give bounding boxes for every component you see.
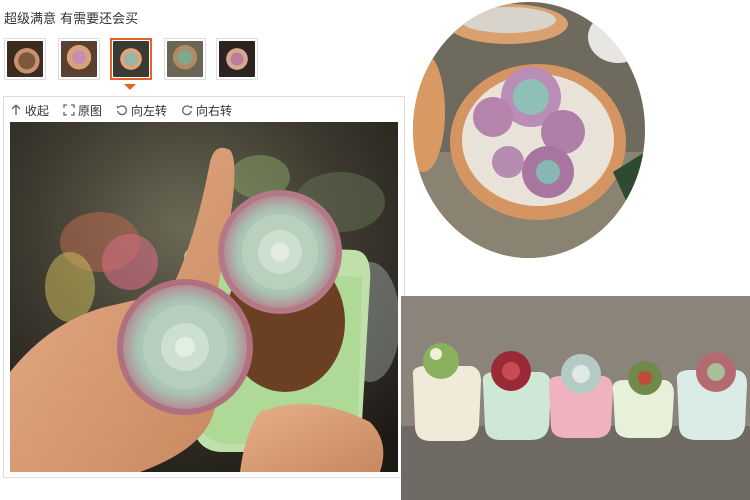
active-thumbnail-caret bbox=[124, 84, 136, 90]
image-viewer: 收起 原图 向左转 向右转 bbox=[3, 96, 405, 478]
thumbnail-image bbox=[219, 41, 255, 77]
five-pots-image bbox=[401, 296, 750, 500]
rosette-lower bbox=[117, 279, 253, 415]
thumbnail-strip bbox=[4, 38, 264, 82]
rosette-upper bbox=[218, 190, 342, 314]
thumbnail-image bbox=[113, 41, 149, 77]
main-photo bbox=[10, 122, 398, 472]
thumbnail-3[interactable] bbox=[110, 38, 152, 80]
original-image-label: 原图 bbox=[78, 103, 103, 118]
rotate-left-label: 向左转 bbox=[131, 103, 168, 118]
rotate-right-label: 向右转 bbox=[196, 103, 233, 118]
thumbnail-image bbox=[167, 41, 203, 77]
expand-icon bbox=[63, 104, 75, 116]
collapse-button[interactable]: 收起 bbox=[10, 102, 49, 119]
rotate-left-icon bbox=[116, 105, 127, 116]
review-text: 超级满意 有需要还会买 bbox=[4, 12, 139, 27]
thumbnail-image bbox=[61, 41, 97, 77]
round-succulent-photo bbox=[413, 2, 645, 258]
thumbnail-5[interactable] bbox=[216, 38, 258, 80]
original-image-button[interactable]: 原图 bbox=[63, 102, 102, 119]
arrow-up-icon bbox=[11, 104, 21, 115]
thumbnail-4[interactable] bbox=[164, 38, 206, 80]
collapse-label: 收起 bbox=[25, 103, 50, 118]
succulent-in-hand-photo bbox=[10, 122, 398, 472]
thumbnail-2[interactable] bbox=[58, 38, 100, 80]
rotate-right-button[interactable]: 向右转 bbox=[181, 102, 232, 119]
thumbnail-1[interactable] bbox=[4, 38, 46, 80]
viewer-toolbar: 收起 原图 向左转 向右转 bbox=[10, 101, 232, 119]
pots-row-photo bbox=[401, 296, 750, 500]
succulent-bowl-image bbox=[413, 2, 645, 258]
thumbnail-image bbox=[7, 41, 43, 77]
rotate-left-button[interactable]: 向左转 bbox=[116, 102, 167, 119]
rotate-right-icon bbox=[182, 105, 193, 116]
